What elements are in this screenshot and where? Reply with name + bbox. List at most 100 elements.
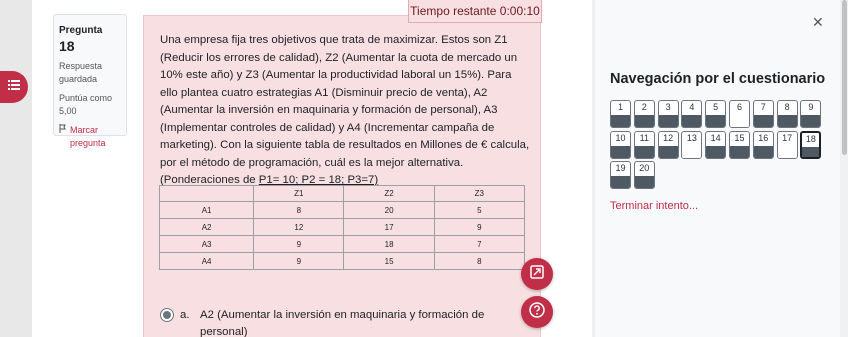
table-header-row: Z1 Z2 Z3 — [158, 185, 526, 202]
table-cell: 8 — [433, 252, 526, 270]
table-cell: A4 — [158, 252, 255, 270]
quiz-navigation-drawer — [595, 0, 840, 337]
table-cell: A2 — [158, 218, 255, 236]
quiz-nav-number: 3 — [665, 102, 671, 112]
quiz-nav-button[interactable]: 16 — [752, 130, 774, 159]
list-icon — [8, 78, 20, 96]
quiz-nav-button[interactable]: 5 — [705, 100, 727, 128]
answer-option-a[interactable]: a. A2 (Aumentar la inversión en maquinar… — [160, 307, 500, 337]
quiz-nav-state — [753, 115, 773, 127]
table-cell: 7 — [433, 235, 526, 253]
quiz-nav-button[interactable]: 6 — [729, 100, 750, 128]
table-cell: 20 — [343, 201, 435, 219]
table-row: A4 9 15 8 — [158, 252, 526, 270]
question-number: 18 — [59, 38, 75, 54]
table-cell: A3 — [158, 235, 255, 253]
quiz-nav-number: 10 — [615, 132, 626, 143]
quiz-nav-button[interactable]: 19 — [610, 161, 631, 189]
question-label: Pregunta — [59, 25, 103, 36]
table-cell: 9 — [433, 218, 526, 236]
quiz-nav-state — [730, 145, 749, 158]
quiz-nav-state — [706, 115, 726, 127]
flag-question-link[interactable]: Marcar pregunta — [59, 124, 121, 150]
table-cell: 17 — [343, 218, 435, 236]
quiz-nav-button[interactable]: 12 — [657, 130, 679, 159]
table-row: A1 8 20 5 — [158, 201, 526, 219]
table-row: A2 12 17 9 — [158, 218, 526, 236]
quiz-nav-number: 20 — [639, 163, 650, 173]
table-cell: 15 — [343, 252, 435, 270]
table-cell: 18 — [343, 235, 435, 253]
finish-attempt-link[interactable]: Terminar intento... — [610, 200, 698, 212]
table-cell: 8 — [253, 201, 345, 219]
quiz-nav-number: 8 — [784, 102, 790, 112]
quiz-nav-state — [802, 146, 820, 157]
question-state: Respuesta guardada — [59, 61, 103, 84]
quiz-nav-number: 14 — [710, 132, 721, 143]
quiz-nav-state — [611, 145, 630, 158]
quiz-nav-button[interactable]: 4 — [681, 100, 703, 128]
quiz-nav-number: 5 — [713, 102, 719, 112]
quiz-nav-button[interactable]: 18 — [800, 130, 822, 159]
quiz-navigation-title: Navegación por el cuestionario — [610, 71, 826, 87]
quiz-nav-number: 17 — [782, 132, 793, 143]
quiz-nav-button[interactable]: 17 — [776, 130, 798, 159]
quiz-nav-number: 7 — [760, 102, 766, 112]
quiz-nav-state — [634, 176, 654, 188]
question-text: Una empresa fija tres objetivos que trat… — [160, 32, 530, 190]
quiz-nav-number: 1 — [617, 102, 623, 112]
answer-letter: a. — [180, 309, 190, 321]
quiz-nav-state — [801, 115, 821, 127]
quiz-nav-number: 9 — [808, 102, 814, 112]
quiz-nav-button[interactable]: 3 — [657, 100, 679, 128]
quiz-nav-number: 6 — [736, 102, 742, 112]
quiz-nav-button[interactable]: 10 — [610, 130, 631, 159]
close-icon[interactable]: ✕ — [812, 14, 824, 31]
answer-text: A2 (Aumentar la inversión en maquinaria … — [200, 309, 485, 337]
question-content: Una empresa fija tres objetivos que trat… — [143, 15, 541, 337]
quiz-nav-number: 16 — [758, 132, 769, 143]
quiz-nav-button[interactable]: 15 — [729, 130, 750, 159]
table-cell: 9 — [253, 252, 345, 270]
quiz-nav-state — [658, 115, 678, 127]
quiz-nav-button[interactable]: 2 — [633, 100, 655, 128]
left-gutter — [0, 0, 32, 337]
quiz-nav-state — [777, 145, 797, 158]
table-cell: 12 — [253, 218, 345, 236]
quiz-nav-button[interactable]: 11 — [633, 130, 655, 159]
table-header: Z1 — [253, 185, 345, 202]
scrollbar-thumb[interactable] — [842, 0, 847, 155]
time-remaining: Tiempo restante 0:00:10 — [408, 0, 542, 23]
quiz-nav-state — [634, 115, 654, 127]
table-row: A3 9 18 7 — [158, 235, 526, 253]
quiz-nav-button[interactable]: 20 — [633, 161, 655, 189]
quiz-nav-button[interactable]: 14 — [705, 130, 727, 159]
quiz-nav-button[interactable]: 9 — [800, 100, 822, 128]
quiz-nav-number: 11 — [639, 132, 649, 143]
table-header: Z2 — [343, 185, 435, 202]
quiz-nav-state — [777, 115, 797, 127]
quiz-nav-state — [753, 145, 773, 158]
quiz-nav-button[interactable]: 13 — [681, 130, 703, 159]
question-grade: Puntúa como 5,00 — [59, 93, 113, 116]
quiz-nav-number: 12 — [663, 132, 674, 143]
quiz-nav-state — [658, 145, 678, 158]
quiz-nav-state — [706, 145, 726, 158]
quiz-nav-button[interactable]: 8 — [776, 100, 798, 128]
answer-radio[interactable] — [160, 308, 174, 322]
flag-icon — [59, 124, 67, 150]
quiz-nav-button[interactable]: 7 — [752, 100, 774, 128]
table-header — [158, 185, 255, 202]
quiz-nav-state — [730, 115, 749, 127]
help-button[interactable] — [521, 296, 553, 328]
question-text-main: Una empresa fija tres objetivos que trat… — [160, 34, 530, 186]
quiz-nav-number: 15 — [734, 132, 745, 143]
quiz-nav-number: 18 — [805, 133, 816, 144]
quiz-nav-number: 4 — [689, 102, 695, 112]
quiz-nav-number: 13 — [686, 132, 697, 143]
quiz-nav-button[interactable]: 1 — [610, 100, 631, 128]
fullscreen-button[interactable] — [521, 258, 553, 290]
table-cell: A1 — [158, 201, 255, 219]
flag-label: Marcar pregunta — [70, 125, 106, 148]
table-cell: 9 — [253, 235, 345, 253]
